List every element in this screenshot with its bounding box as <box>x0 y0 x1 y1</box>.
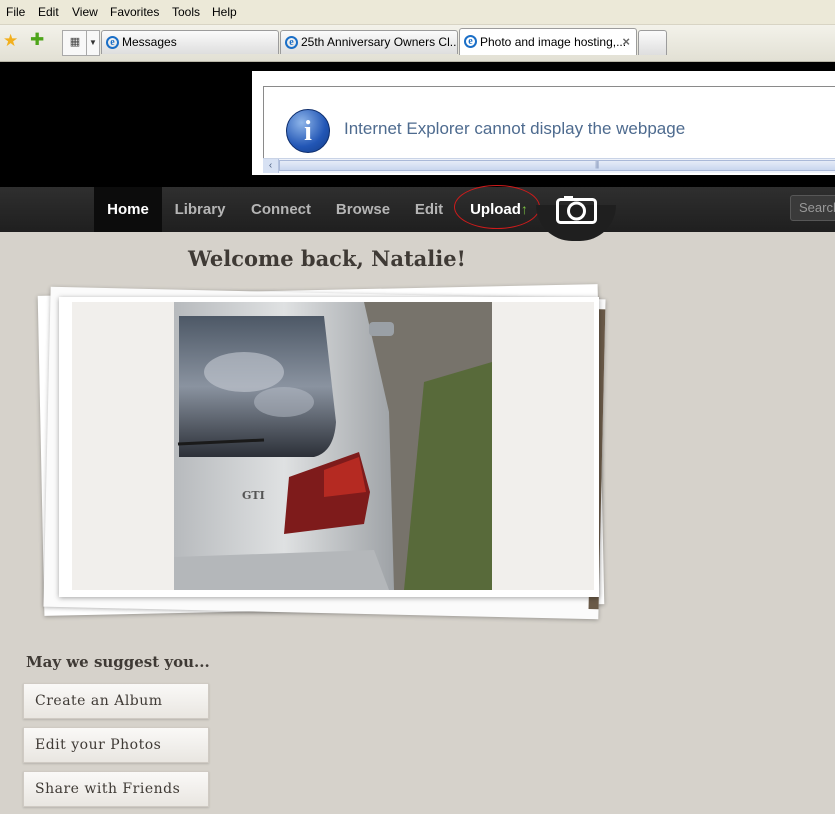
menu-file[interactable]: File <box>6 5 25 19</box>
camera-icon[interactable] <box>556 195 597 224</box>
share-with-friends-button[interactable]: Share with Friends <box>23 771 209 807</box>
tab-owners-club[interactable]: e 25th Anniversary Owners Cl... <box>280 30 458 54</box>
chevron-down-icon[interactable]: ▼ <box>86 30 100 56</box>
annotation-circle <box>454 185 540 229</box>
tab-label: Messages <box>122 35 177 49</box>
menu-favorites[interactable]: Favorites <box>110 5 159 19</box>
site-nav: Home Library Connect Browse Edit Upload↑ <box>0 187 835 232</box>
menu-help[interactable]: Help <box>212 5 237 19</box>
featured-photo[interactable]: GTI <box>174 302 492 590</box>
horizontal-scrollbar[interactable]: ‹ ||| <box>263 158 835 173</box>
ie-icon: e <box>464 35 477 48</box>
new-tab-button[interactable] <box>638 30 667 55</box>
nav-edit[interactable]: Edit <box>408 187 450 232</box>
nav-browse[interactable]: Browse <box>330 187 396 232</box>
nav-library[interactable]: Library <box>168 187 232 232</box>
tab-label: 25th Anniversary Owners Cl... <box>301 35 458 49</box>
menu-edit[interactable]: Edit <box>38 5 59 19</box>
add-favorites-icon[interactable]: ✚ <box>30 30 44 50</box>
quick-tabs-icon[interactable]: ▦ <box>62 30 88 56</box>
suggest-heading: May we suggest you... <box>26 653 210 671</box>
close-icon[interactable]: × <box>622 29 630 55</box>
nav-home[interactable]: Home <box>94 187 162 232</box>
menu-bar: File Edit View Favorites Tools Help <box>0 0 835 25</box>
scroll-left-arrow-icon[interactable]: ‹ <box>263 159 279 173</box>
edit-photos-button[interactable]: Edit your Photos <box>23 727 209 763</box>
search-input[interactable]: Search <box>790 195 835 221</box>
scrollbar-thumb[interactable] <box>279 160 835 171</box>
svg-text:GTI: GTI <box>242 489 265 502</box>
tab-photo-hosting[interactable]: e Photo and image hosting,... × <box>459 28 637 55</box>
info-icon: i <box>286 109 330 153</box>
ie-icon: e <box>106 36 119 49</box>
tab-messages[interactable]: e Messages <box>101 30 279 54</box>
tab-bar: ★ ✚ ▦ ▼ e Messages e 25th Anniversary Ow… <box>0 25 835 62</box>
scroll-grip-icon: ||| <box>595 160 599 169</box>
star-icon[interactable]: ★ <box>3 31 18 51</box>
tab-label: Photo and image hosting,... <box>480 35 627 49</box>
create-album-button[interactable]: Create an Album <box>23 683 209 719</box>
menu-tools[interactable]: Tools <box>172 5 200 19</box>
error-message: Internet Explorer cannot display the web… <box>344 119 686 138</box>
welcome-heading: Welcome back, Natalie! <box>188 246 466 271</box>
ie-icon: e <box>285 36 298 49</box>
nav-connect[interactable]: Connect <box>244 187 318 232</box>
menu-view[interactable]: View <box>72 5 98 19</box>
